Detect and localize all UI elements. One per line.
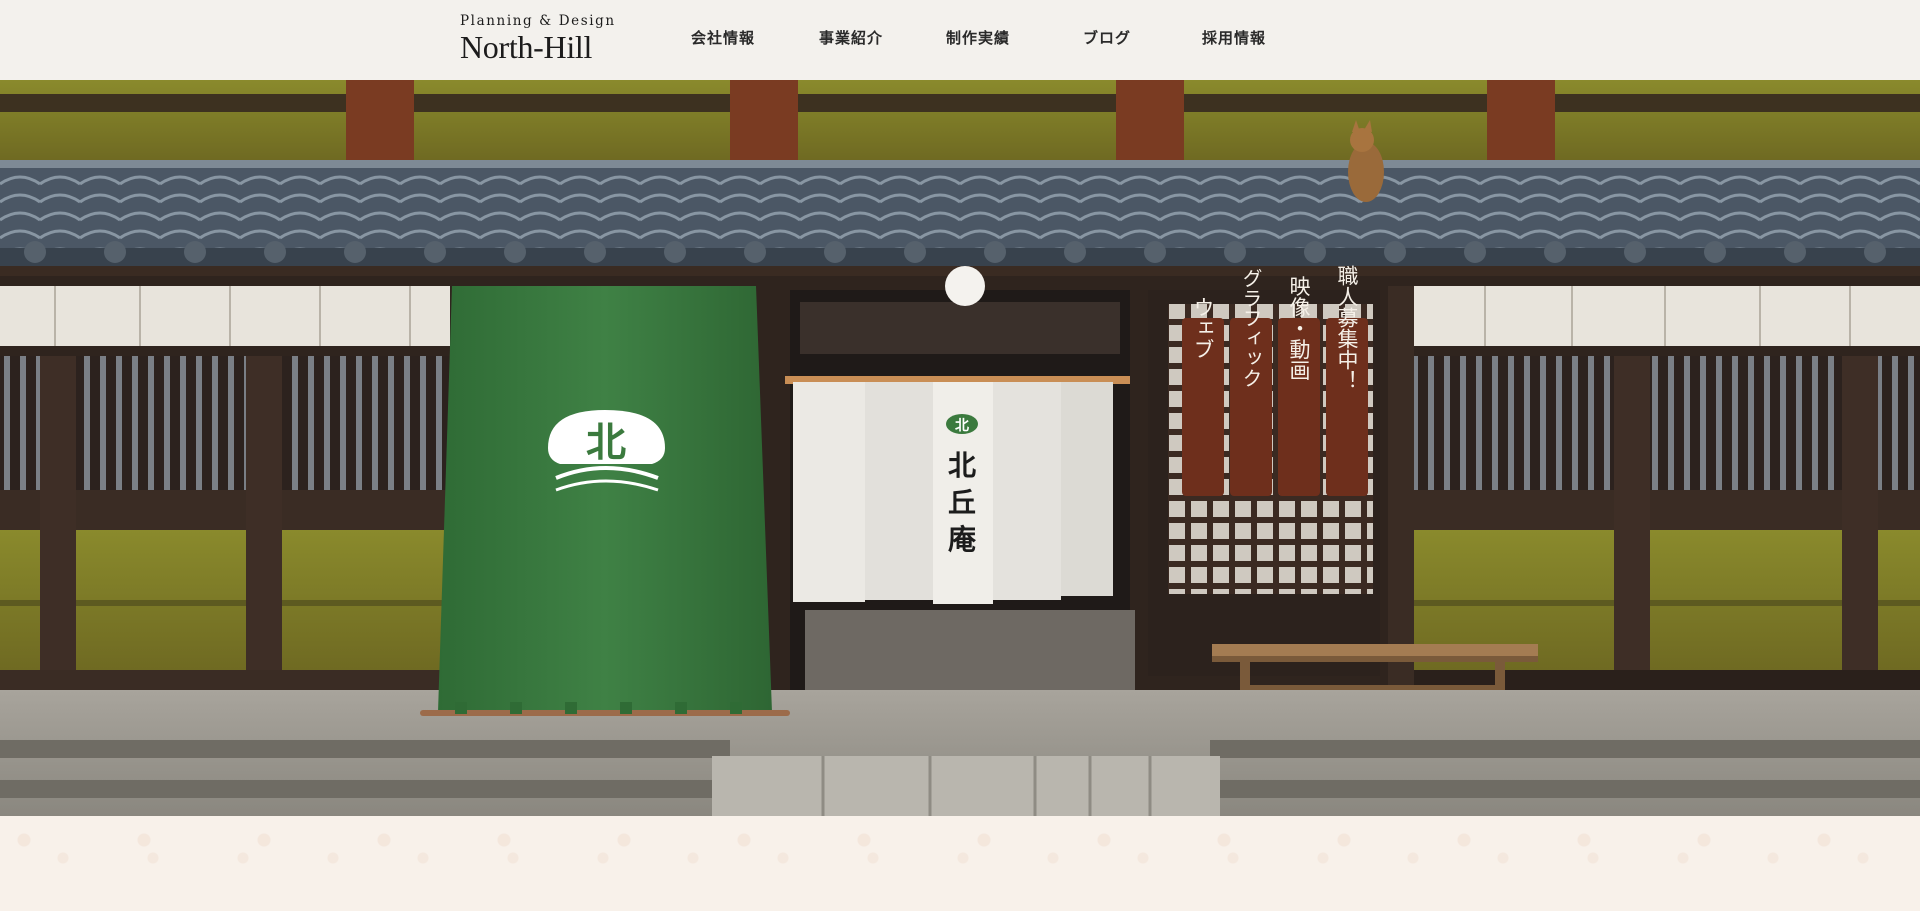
hero-storefront-image: 北 北 北 丘 庵 職人募集中！ 映像・動画 グラフィック ウェブ [0, 80, 1920, 816]
signboard-video: 映像・動画 [1287, 276, 1311, 381]
curtain-emblem-char: 北 [586, 419, 626, 466]
content-background [0, 816, 1920, 911]
noren-char-1: 北 [948, 449, 976, 482]
nav-works[interactable]: 制作実績 [946, 27, 1010, 48]
upper-beam [346, 80, 414, 160]
signboard-recruit: 職人募集中！ [1335, 265, 1359, 391]
site-header: Planning & Design North-Hill 会社情報 事業紹介 制… [0, 0, 1920, 81]
green-curtain [420, 286, 790, 716]
nav-recruit[interactable]: 採用情報 [1202, 27, 1266, 48]
nav-company-info[interactable]: 会社情報 [691, 27, 755, 48]
logo-subtitle: Planning & Design [460, 13, 616, 29]
nav-blog[interactable]: ブログ [1083, 27, 1131, 48]
signboard-graphic: グラフィック [1239, 268, 1263, 388]
nav-business[interactable]: 事業紹介 [819, 27, 883, 48]
logo[interactable]: Planning & Design North-Hill [460, 12, 630, 68]
signboard-web: ウェブ [1191, 297, 1215, 360]
logo-title: North-Hill [460, 29, 593, 65]
noren-emblem-char: 北 [955, 418, 969, 434]
noren-char-2: 丘 [948, 486, 976, 519]
noren-char-3: 庵 [948, 523, 976, 556]
